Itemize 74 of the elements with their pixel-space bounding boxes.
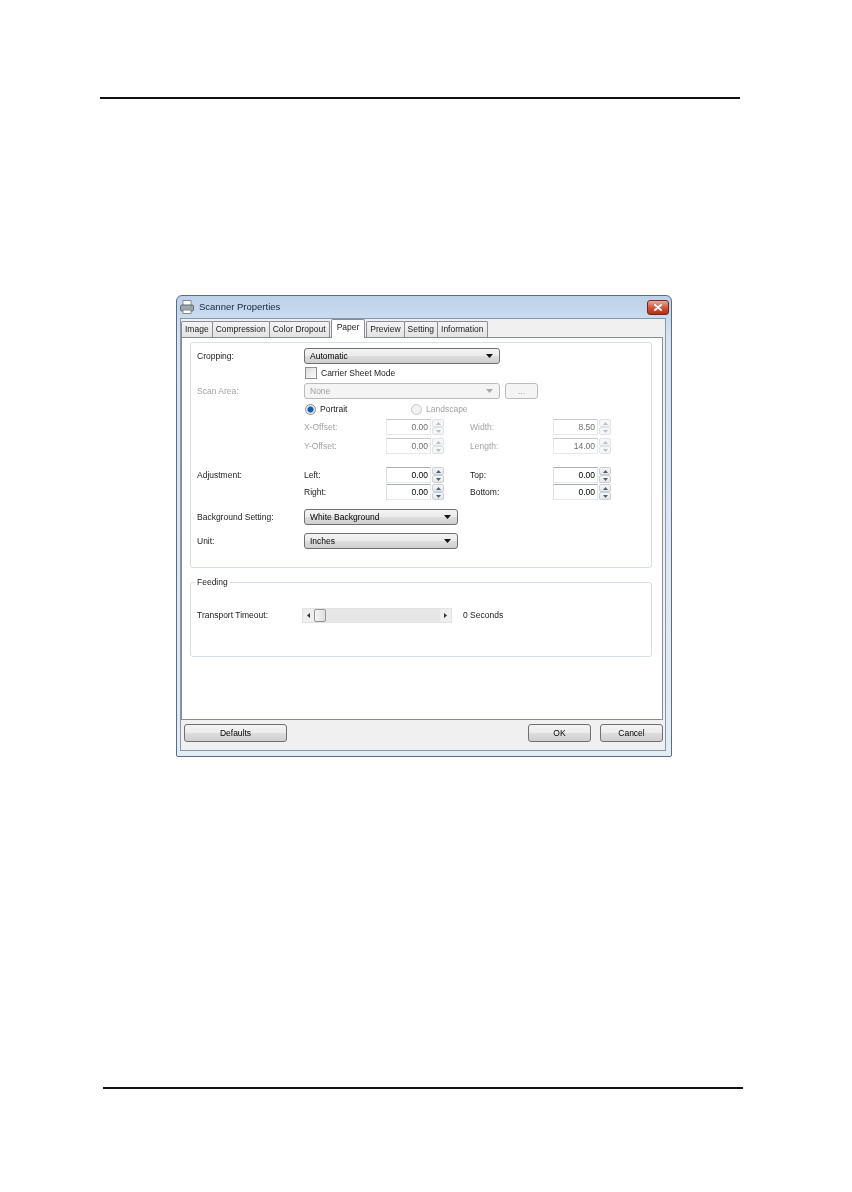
background-setting-label: Background Setting: bbox=[197, 511, 274, 522]
length-label: Length: bbox=[470, 440, 499, 451]
down-triangle-icon bbox=[435, 429, 441, 433]
tab[interactable]: Setting bbox=[403, 321, 438, 337]
tab[interactable]: Paper bbox=[330, 319, 366, 338]
background-setting-dropdown[interactable]: White Background bbox=[304, 509, 458, 525]
down-triangle-icon bbox=[435, 477, 441, 481]
down-triangle-icon bbox=[602, 477, 608, 481]
up-triangle-icon bbox=[602, 486, 608, 490]
caret-icon bbox=[486, 389, 493, 393]
printer-icon bbox=[180, 300, 194, 314]
orientation-label: Landscape bbox=[426, 403, 468, 415]
right-triangle-icon bbox=[444, 613, 447, 618]
tab[interactable]: Preview bbox=[366, 321, 405, 337]
up-triangle-icon bbox=[435, 469, 441, 473]
down-triangle-icon bbox=[602, 429, 608, 433]
spin-up-button[interactable] bbox=[432, 467, 444, 475]
up-triangle-icon bbox=[602, 440, 608, 444]
down-triangle-icon bbox=[435, 494, 441, 498]
close-button[interactable] bbox=[647, 299, 669, 315]
caret-icon bbox=[444, 515, 451, 519]
tab[interactable]: Information bbox=[437, 321, 488, 337]
spin-down-button[interactable] bbox=[599, 492, 611, 500]
down-triangle-icon bbox=[602, 494, 608, 498]
feeding-group-title: Feeding bbox=[195, 577, 230, 588]
up-triangle-icon bbox=[602, 421, 608, 425]
spin-down-button[interactable] bbox=[432, 475, 444, 483]
cropping-label: Cropping: bbox=[197, 350, 234, 361]
carrier-sheet-label: Carrier Sheet Mode bbox=[321, 367, 396, 379]
adjustment-label: Adjustment: bbox=[197, 469, 242, 480]
unit-dropdown[interactable]: Inches bbox=[304, 533, 458, 549]
cropping-dropdown[interactable]: Automatic bbox=[304, 348, 500, 364]
top-margin-field[interactable]: 0.00 bbox=[553, 467, 598, 483]
up-triangle-icon bbox=[602, 469, 608, 473]
x-offset-label: X-Offset: bbox=[304, 421, 338, 432]
spin-down-button[interactable] bbox=[599, 475, 611, 483]
timeout-reading: 0 Seconds bbox=[463, 610, 504, 621]
carrier-sheet-checkbox[interactable] bbox=[305, 367, 317, 379]
caret-icon bbox=[444, 539, 451, 543]
left-margin-field[interactable]: 0.00 bbox=[386, 467, 431, 483]
tab[interactable]: Image bbox=[181, 321, 213, 337]
caret-icon bbox=[486, 354, 493, 358]
y-offset-label: Y-Offset: bbox=[304, 440, 337, 451]
down-triangle-icon bbox=[435, 448, 441, 452]
spin-up-button[interactable] bbox=[599, 467, 611, 475]
close-icon bbox=[654, 303, 662, 311]
width-label: Width: bbox=[470, 421, 495, 432]
bottom-margin-field[interactable]: 0.00 bbox=[553, 484, 598, 500]
dialog-button[interactable]: Defaults bbox=[184, 724, 287, 742]
left-triangle-icon bbox=[307, 613, 310, 618]
up-triangle-icon bbox=[435, 421, 441, 425]
slider-thumb[interactable] bbox=[314, 609, 326, 622]
tab[interactable]: Compression bbox=[211, 321, 270, 337]
orientation-radio[interactable] bbox=[305, 403, 316, 415]
bottom-margin-label: Bottom: bbox=[470, 486, 500, 497]
tab[interactable]: Color Dropout bbox=[268, 321, 330, 337]
transport-timeout-label: Transport Timeout: bbox=[197, 610, 269, 621]
left-margin-label: Left: bbox=[304, 469, 321, 480]
scan-area-label: Scan Area: bbox=[197, 385, 239, 396]
window-title: Scanner Properties bbox=[199, 301, 281, 313]
up-triangle-icon bbox=[435, 440, 441, 444]
right-margin-label: Right: bbox=[304, 486, 327, 497]
spin-down-button[interactable] bbox=[432, 492, 444, 500]
orientation-label: Portrait bbox=[320, 403, 348, 415]
spin-up-button[interactable] bbox=[432, 484, 444, 492]
right-margin-field[interactable]: 0.00 bbox=[386, 484, 431, 500]
down-triangle-icon bbox=[602, 448, 608, 452]
unit-label: Unit: bbox=[197, 535, 215, 546]
spin-up-button[interactable] bbox=[599, 484, 611, 492]
dialog-button[interactable]: OK bbox=[528, 724, 591, 742]
up-triangle-icon bbox=[435, 486, 441, 490]
top-margin-label: Top: bbox=[470, 469, 487, 480]
transport-timeout-slider[interactable] bbox=[302, 608, 452, 623]
dialog-button[interactable]: Cancel bbox=[600, 724, 663, 742]
